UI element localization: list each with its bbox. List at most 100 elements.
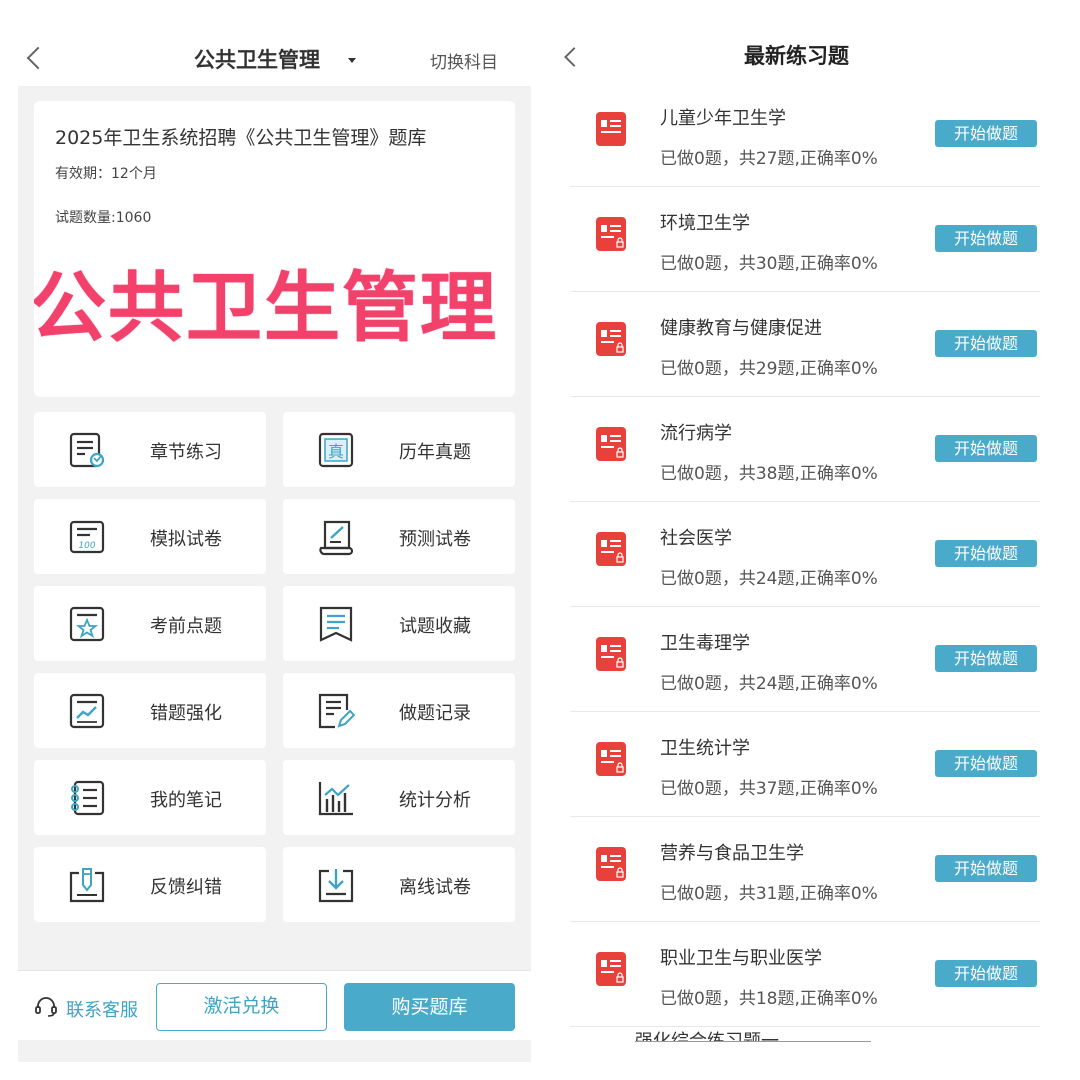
past-exams-icon: 真	[318, 432, 354, 468]
subject-title[interactable]: 公共卫生管理	[194, 44, 320, 74]
switch-subject-button[interactable]: 切换科目	[430, 48, 498, 73]
offline-download-icon	[318, 869, 354, 903]
exercise-name: 卫生毒理学	[660, 633, 750, 654]
list-item[interactable]: 流行病学 已做0题，共38题,正确率0% 开始做题	[570, 397, 1040, 502]
exercise-stats: 已做0题，共30题,正确率0%	[660, 254, 878, 274]
list-item[interactable]: 社会医学 已做0题，共24题,正确率0% 开始做题	[570, 502, 1040, 607]
partial-list-item[interactable]: 强化综合练习题一	[635, 1027, 779, 1041]
activate-redeem-button[interactable]: 激活兑换	[156, 983, 327, 1031]
menu-label: 历年真题	[399, 442, 471, 463]
start-practice-button[interactable]: 开始做题	[935, 645, 1037, 672]
subject-banner: 公共卫生管理	[34, 263, 498, 352]
menu-item-past-exams[interactable]: 真 历年真题	[283, 412, 515, 487]
exercise-name: 卫生统计学	[660, 738, 750, 759]
start-practice-button[interactable]: 开始做题	[935, 855, 1037, 882]
bank-title: 2025年卫生系统招聘《公共卫生管理》题库	[55, 127, 427, 149]
wrong-questions-icon	[69, 693, 105, 729]
menu-item-chapter-practice[interactable]: 章节练习	[34, 412, 266, 487]
customer-service-icon[interactable]	[34, 995, 58, 1019]
locked-exercise-doc-icon	[596, 427, 626, 461]
page-title: 最新练习题	[744, 44, 849, 68]
menu-label: 反馈纠错	[150, 877, 222, 898]
menu-label: 离线试卷	[399, 877, 471, 898]
exercise-name: 流行病学	[660, 423, 732, 444]
menu-label: 试题收藏	[399, 616, 471, 637]
exercise-name: 社会医学	[660, 528, 732, 549]
menu-item-notes[interactable]: 我的笔记	[34, 760, 266, 835]
partial-divider	[635, 1041, 871, 1042]
locked-exercise-doc-icon	[596, 742, 626, 776]
menu-item-bookmark[interactable]: 试题收藏	[283, 586, 515, 661]
list-item[interactable]: 环境卫生学 已做0题，共30题,正确率0% 开始做题	[570, 187, 1040, 292]
mock-exam-icon: 100	[69, 520, 105, 554]
list-item[interactable]: 卫生统计学 已做0题，共37题,正确率0% 开始做题	[570, 712, 1040, 817]
bottom-action-bar: 联系客服 激活兑换 购买题库	[18, 970, 531, 1040]
bottom-strip	[18, 1040, 531, 1062]
exercise-stats: 已做0题，共38题,正确率0%	[660, 464, 878, 484]
contact-service-button[interactable]: 联系客服	[66, 996, 138, 1022]
validity-text: 有效期：12个月	[55, 166, 157, 182]
exercise-name: 职业卫生与职业医学	[660, 948, 822, 969]
exercise-stats: 已做0题，共29题,正确率0%	[660, 359, 878, 379]
exercise-doc-icon	[596, 112, 626, 146]
locked-exercise-doc-icon	[596, 952, 626, 986]
exercise-stats: 已做0题，共24题,正确率0%	[660, 674, 878, 694]
menu-item-statistics[interactable]: 统计分析	[283, 760, 515, 835]
start-practice-button[interactable]: 开始做题	[935, 960, 1037, 987]
start-practice-button[interactable]: 开始做题	[935, 750, 1037, 777]
start-practice-button[interactable]: 开始做题	[935, 330, 1037, 357]
list-item[interactable]: 健康教育与健康促进 已做0题，共29题,正确率0% 开始做题	[570, 292, 1040, 397]
back-arrow-icon[interactable]	[26, 46, 50, 70]
exercise-name: 儿童少年卫生学	[660, 108, 786, 129]
dropdown-caret-icon[interactable]	[348, 58, 356, 63]
bookmark-icon	[319, 606, 353, 642]
locked-exercise-doc-icon	[596, 532, 626, 566]
exercise-stats: 已做0题，共27题,正确率0%	[660, 149, 878, 169]
question-bank-panel: 公共卫生管理 切换科目 2025年卫生系统招聘《公共卫生管理》题库 有效期：12…	[18, 30, 531, 1062]
chapter-practice-icon	[69, 432, 105, 468]
practice-record-icon	[318, 693, 355, 729]
statistics-icon	[318, 782, 353, 816]
svg-text:100: 100	[78, 541, 95, 551]
menu-label: 模拟试卷	[150, 529, 222, 550]
menu-item-wrong-questions[interactable]: 错题强化	[34, 673, 266, 748]
menu-item-mock-exam[interactable]: 100 模拟试卷	[34, 499, 266, 574]
menu-label: 统计分析	[399, 790, 471, 811]
feedback-icon	[69, 868, 105, 903]
list-item[interactable]: 营养与食品卫生学 已做0题，共31题,正确率0% 开始做题	[570, 817, 1040, 922]
exercise-name: 健康教育与健康促进	[660, 318, 822, 339]
menu-item-feedback[interactable]: 反馈纠错	[34, 847, 266, 922]
list-item[interactable]: 卫生毒理学 已做0题，共24题,正确率0% 开始做题	[570, 607, 1040, 712]
list-item[interactable]: 职业卫生与职业医学 已做0题，共18题,正确率0% 开始做题	[570, 922, 1040, 1027]
pre-exam-tips-icon	[69, 606, 105, 642]
menu-label: 我的笔记	[150, 790, 222, 811]
question-count-text: 试题数量:1060	[55, 210, 152, 226]
list-item[interactable]: 儿童少年卫生学 已做0题，共27题,正确率0% 开始做题	[570, 82, 1040, 187]
start-practice-button[interactable]: 开始做题	[935, 435, 1037, 462]
menu-label: 错题强化	[150, 703, 222, 724]
menu-item-practice-record[interactable]: 做题记录	[283, 673, 515, 748]
start-practice-button[interactable]: 开始做题	[935, 540, 1037, 567]
exercise-stats: 已做0题，共31题,正确率0%	[660, 884, 878, 904]
exercise-stats: 已做0题，共18题,正确率0%	[660, 989, 878, 1009]
latest-exercises-panel: 最新练习题 儿童少年卫生学 已做0题，共27题,正确率0% 开始做题 环境卫生学…	[545, 30, 1065, 1062]
locked-exercise-doc-icon	[596, 847, 626, 881]
menu-label: 预测试卷	[399, 529, 471, 550]
menu-label: 考前点题	[150, 616, 222, 637]
start-practice-button[interactable]: 开始做题	[935, 120, 1037, 147]
header-bar: 公共卫生管理 切换科目	[18, 30, 531, 86]
content-area: 2025年卫生系统招聘《公共卫生管理》题库 有效期：12个月 试题数量:1060…	[18, 86, 531, 970]
menu-item-prediction-exam[interactable]: 预测试卷	[283, 499, 515, 574]
back-arrow-icon[interactable]	[564, 47, 584, 67]
exercise-stats: 已做0题，共24题,正确率0%	[660, 569, 878, 589]
buy-bank-button[interactable]: 购买题库	[344, 983, 515, 1031]
start-practice-button[interactable]: 开始做题	[935, 225, 1037, 252]
bank-info-card: 2025年卫生系统招聘《公共卫生管理》题库 有效期：12个月 试题数量:1060…	[34, 101, 515, 397]
locked-exercise-doc-icon	[596, 217, 626, 251]
menu-item-pre-exam-tips[interactable]: 考前点题	[34, 586, 266, 661]
locked-exercise-doc-icon	[596, 322, 626, 356]
exercise-stats: 已做0题，共37题,正确率0%	[660, 779, 878, 799]
menu-item-offline[interactable]: 离线试卷	[283, 847, 515, 922]
menu-label: 做题记录	[399, 703, 471, 724]
menu-label: 章节练习	[150, 442, 222, 463]
